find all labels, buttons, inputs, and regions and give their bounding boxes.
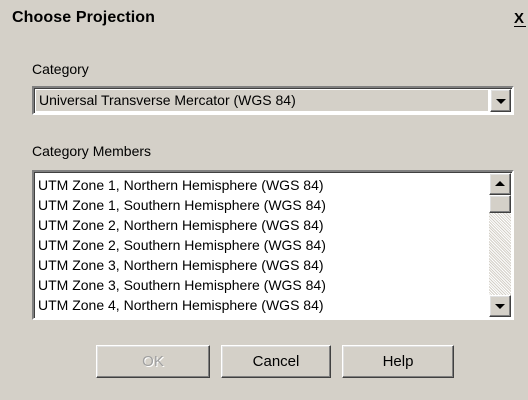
scroll-up-button[interactable]: [489, 173, 511, 195]
list-item[interactable]: UTM Zone 3, Northern Hemisphere (WGS 84): [38, 255, 478, 275]
scroll-down-button[interactable]: [489, 295, 511, 317]
close-button[interactable]: X: [510, 10, 528, 28]
close-underline: [514, 26, 526, 27]
close-icon: X: [513, 10, 524, 27]
category-selected-value[interactable]: Universal Transverse Mercator (WGS 84): [36, 90, 488, 111]
list-item[interactable]: UTM Zone 2, Southern Hemisphere (WGS 84): [38, 235, 478, 255]
list-item[interactable]: UTM Zone 2, Northern Hemisphere (WGS 84): [38, 215, 478, 235]
list-item[interactable]: UTM Zone 1, Northern Hemisphere (WGS 84): [38, 175, 478, 195]
category-label: Category: [32, 61, 89, 77]
category-dropdown-button[interactable]: [490, 89, 511, 112]
choose-projection-dialog: Choose Projection X Category Universal T…: [0, 0, 528, 400]
list-item[interactable]: UTM Zone 4, Northern Hemisphere (WGS 84): [38, 295, 478, 315]
title-bar[interactable]: Choose Projection X: [0, 0, 528, 36]
list-item[interactable]: UTM Zone 3, Southern Hemisphere (WGS 84): [38, 275, 478, 295]
category-dropdown[interactable]: Universal Transverse Mercator (WGS 84): [32, 86, 514, 115]
chevron-down-icon: [495, 304, 505, 309]
scroll-thumb[interactable]: [489, 195, 511, 213]
ok-button[interactable]: OK: [96, 345, 210, 378]
help-button[interactable]: Help: [342, 345, 454, 378]
vertical-scrollbar[interactable]: [489, 173, 511, 317]
category-members-list[interactable]: UTM Zone 1, Northern Hemisphere (WGS 84)…: [32, 170, 514, 320]
category-members-label: Category Members: [32, 143, 152, 159]
chevron-down-icon: [495, 98, 506, 104]
dialog-title: Choose Projection: [12, 9, 156, 26]
list-item[interactable]: UTM Zone 1, Southern Hemisphere (WGS 84): [38, 195, 478, 215]
chevron-up-icon: [495, 181, 505, 186]
list-items-container: UTM Zone 1, Northern Hemisphere (WGS 84)…: [38, 175, 478, 317]
cancel-button[interactable]: Cancel: [221, 345, 331, 378]
